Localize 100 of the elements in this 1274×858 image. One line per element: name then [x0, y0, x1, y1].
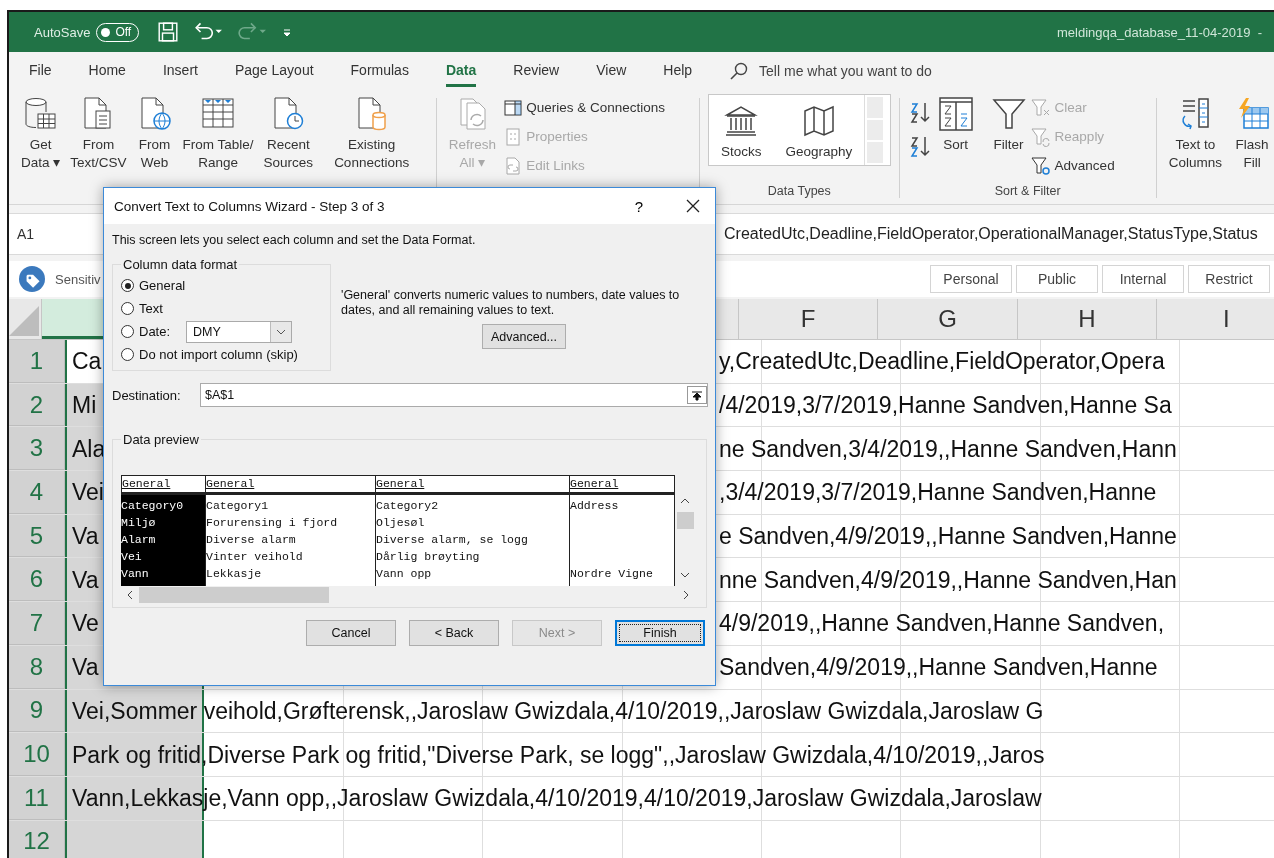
dialog-button[interactable]: Finish	[615, 620, 705, 646]
row-header[interactable]: 12	[9, 820, 65, 858]
column-header[interactable]: F	[738, 299, 879, 339]
preview-cell-text: Address	[570, 498, 620, 514]
cell-text: nne Sandven,4/9/2019,,Hanne Sandven,Han	[719, 566, 1177, 594]
ribbon-button[interactable]: Flash Fill	[1230, 94, 1274, 180]
preview-cell-text: Vann	[121, 566, 150, 582]
radio-option[interactable]: Text	[121, 301, 163, 316]
cell-text: e Sandven,4/9/2019,,Hanne Sandven,Hanne	[719, 522, 1177, 550]
sort-button[interactable]: Sort	[933, 94, 978, 180]
panel-icon	[504, 98, 523, 117]
preview-cell-text: Miljø	[121, 515, 157, 531]
ribbon-tab[interactable]: View	[596, 55, 627, 87]
row-header[interactable]: 10	[9, 733, 65, 776]
ribbon-tab[interactable]: Data	[445, 55, 477, 87]
row-header[interactable]: 6	[9, 558, 65, 602]
date-format-dropdown[interactable]: DMY	[186, 320, 293, 343]
preview-cell-text: Dårlig brøyting	[376, 549, 481, 565]
gallery-scrollbar[interactable]	[864, 95, 886, 165]
cell-text: Va	[72, 522, 99, 550]
row-header[interactable]: 4	[9, 471, 65, 514]
row-header[interactable]: 1	[9, 340, 65, 383]
column-header[interactable]: I	[1157, 299, 1274, 339]
destination-label: Destination:	[112, 387, 182, 403]
row-header[interactable]: 8	[9, 645, 65, 689]
cell-text: 4/9/2019,,Hanne Sandven,Hanne Sandven,	[719, 609, 1165, 637]
ribbon-button[interactable]: Recent Sources	[259, 94, 318, 180]
cell-text: ,3/4/2019,3/7/2019,Hanne Sandven,Hanne	[719, 478, 1157, 506]
sensitivity-button[interactable]: Internal	[1102, 265, 1184, 293]
preview-cell-text: Vann opp	[376, 566, 433, 582]
dialog-button[interactable]: < Back	[409, 620, 499, 646]
dialog-title: Convert Text to Columns Wizard - Step 3 of 3	[114, 198, 386, 214]
sensitivity-button[interactable]: Public	[1016, 265, 1098, 293]
dialog-button[interactable]: Cancel	[306, 620, 396, 646]
scroll-thumb[interactable]	[139, 587, 329, 603]
ribbon-button[interactable]: Get Data ▾	[17, 94, 65, 180]
ribbon-tab[interactable]: Help	[663, 55, 693, 87]
cell-text: Ca	[72, 347, 102, 375]
help-button[interactable]: ?	[628, 196, 649, 216]
ribbon-button[interactable]: From Table/ Range	[178, 94, 258, 180]
row-header[interactable]: 2	[9, 383, 65, 427]
data-type-button[interactable]: Geography	[773, 95, 865, 163]
filter-clear-icon	[1030, 97, 1051, 118]
cell-text: Va	[72, 566, 99, 594]
chevron-up-icon	[680, 498, 690, 504]
filter-button[interactable]: Filter	[986, 94, 1031, 180]
ribbon-tab[interactable]: File	[29, 55, 52, 87]
ribbon-button[interactable]: From Text/CSV	[66, 94, 131, 180]
sensitivity-label: Sensitiv	[55, 271, 101, 287]
close-icon[interactable]	[685, 198, 701, 214]
column-format-header[interactable]: General	[206, 475, 376, 495]
preview-cell-text: Forurensing i fjord	[206, 515, 339, 531]
column-header[interactable]: H	[1017, 299, 1158, 339]
ribbon-button[interactable]: Advanced	[1030, 154, 1115, 177]
row-header[interactable]: 3	[9, 427, 65, 471]
destination-field[interactable]: $A$1	[200, 383, 708, 407]
row-header[interactable]: 9	[9, 689, 65, 733]
autosave-label: AutoSave	[34, 24, 91, 40]
ribbon-tab[interactable]: Page Layout	[234, 55, 314, 87]
group-legend: Data preview	[121, 432, 201, 447]
sensitivity-button[interactable]: Personal	[930, 265, 1012, 293]
row-header[interactable]: 11	[9, 776, 65, 820]
radio-option[interactable]: Date:	[121, 324, 171, 339]
group-label: Data Types	[766, 184, 832, 198]
sensitivity-button[interactable]: Restrict	[1188, 265, 1270, 293]
ribbon-tab[interactable]: Review	[513, 55, 560, 87]
column-format-header[interactable]: General	[376, 475, 570, 495]
data-type-button[interactable]: Stocks	[709, 95, 774, 163]
format-description: 'General' converts numeric values to numbers, date values to dates, and all remaining values to text.	[341, 288, 681, 318]
preview-cell-text: Category2	[376, 498, 440, 514]
preview-cell-text: Diverse alarm, se logg	[376, 532, 529, 548]
tell-me-field[interactable]: Tell me what you want to do	[759, 63, 932, 79]
row-header[interactable]: 7	[9, 602, 65, 645]
chevron-down-icon	[680, 572, 690, 578]
ribbon-tab[interactable]: Insert	[162, 55, 198, 87]
radio-option[interactable]: General	[121, 278, 186, 293]
ribbon-button[interactable]: Existing Connections	[330, 94, 414, 180]
preview-cell-text: Category0	[121, 498, 185, 514]
ribbon-tab[interactable]: Formulas	[350, 55, 409, 87]
ribbon-tab[interactable]: Home	[88, 55, 126, 87]
column-format-header[interactable]: General	[570, 475, 675, 495]
radio-option[interactable]: Do not import column (skip)	[121, 347, 298, 362]
name-box[interactable]: A1	[9, 226, 101, 242]
group-label: Sort & Filter	[993, 184, 1062, 198]
cell-text: Ve	[72, 609, 99, 637]
save-icon[interactable]	[157, 21, 180, 43]
ribbon-button[interactable]: Queries & Connections	[504, 96, 665, 119]
collapse-icon[interactable]	[687, 386, 707, 404]
column-format-header[interactable]: General	[121, 475, 206, 495]
cell-text: ne Sandven,3/4/2019,,Hanne Sandven,Hann	[719, 435, 1177, 463]
ribbon-button[interactable]: Text to Columns	[1164, 94, 1227, 180]
preview-cell-text: Lekkasje	[206, 566, 263, 582]
row-header[interactable]: 5	[9, 514, 65, 558]
ribbon-button[interactable]: From Web	[132, 94, 177, 180]
advanced-button[interactable]: Advanced...	[482, 324, 566, 349]
search-icon	[729, 61, 750, 81]
database-icon	[22, 96, 59, 132]
scroll-thumb[interactable]	[676, 511, 694, 529]
properties-icon	[504, 127, 523, 146]
column-header[interactable]: G	[878, 299, 1018, 339]
